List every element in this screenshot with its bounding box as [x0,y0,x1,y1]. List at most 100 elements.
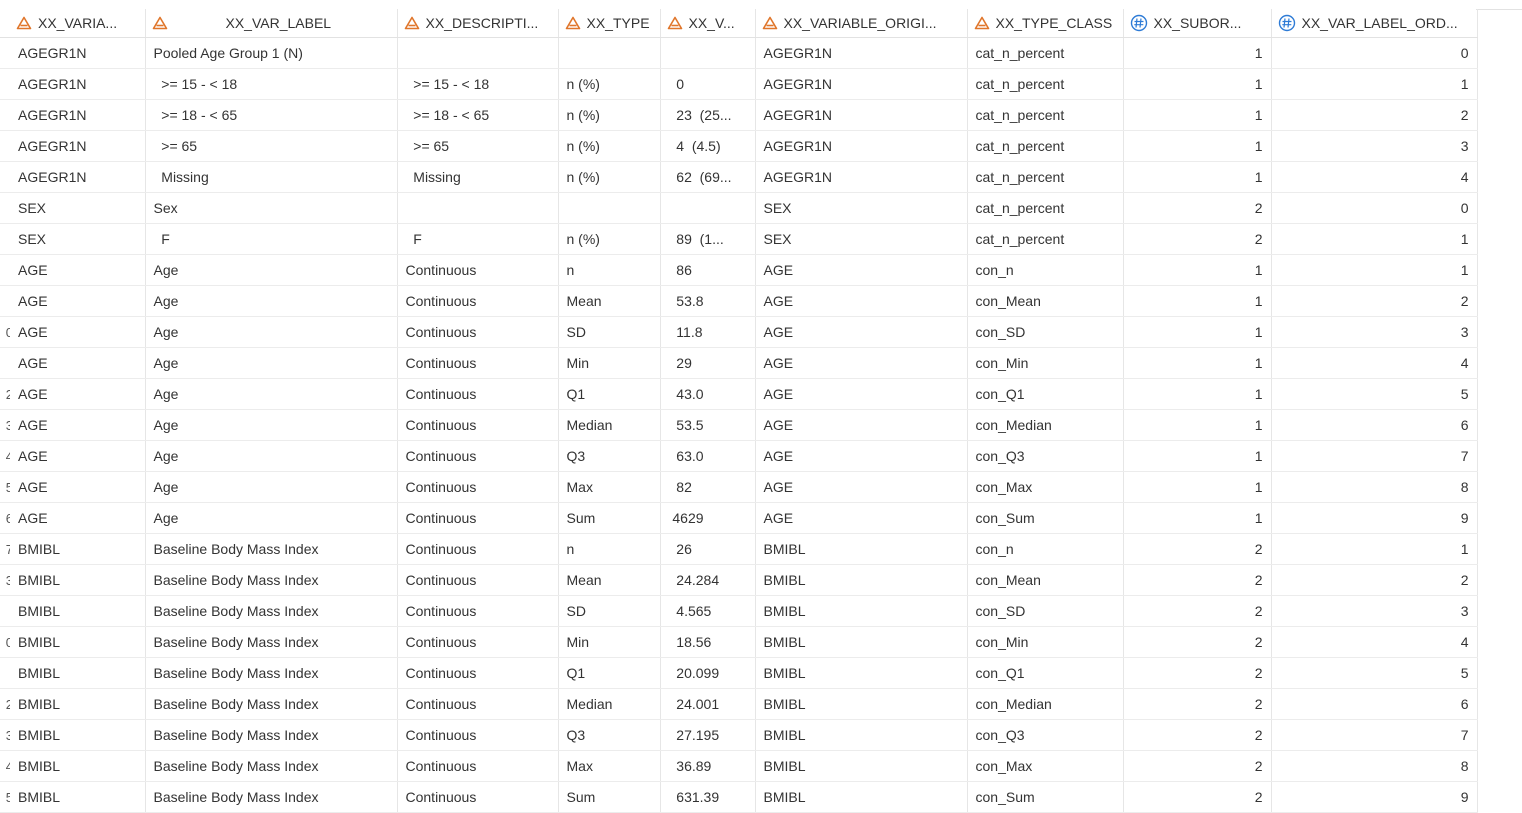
table-cell[interactable]: BMIBL [10,595,146,627]
table-cell[interactable]: Continuous [397,471,559,503]
table-cell[interactable]: con_Median [967,688,1124,720]
table-cell[interactable]: Baseline Body Mass Index [145,781,398,813]
table-cell[interactable]: AGE [10,347,146,379]
table-cell[interactable]: AGE [755,316,968,348]
table-cell[interactable]: Age [145,347,398,379]
table-cell[interactable]: AGEGR1N [755,161,968,193]
table-cell[interactable]: 63.0 [660,440,756,472]
table-cell[interactable]: con_Sum [967,502,1124,534]
table-cell[interactable]: 1 [1123,502,1272,534]
table-cell[interactable]: SEX [10,192,146,224]
table-cell[interactable]: 1 [1123,316,1272,348]
table-cell[interactable]: BMIBL [10,688,146,720]
table-cell[interactable]: Baseline Body Mass Index [145,626,398,658]
table-cell[interactable]: cat_n_percent [967,68,1124,100]
table-cell[interactable]: AGE [10,471,146,503]
table-row[interactable]: AGEGR1N Missing Missing n (%) 62 (69... AG… [0,161,1478,193]
table-cell[interactable]: 2 [1123,750,1272,782]
table-cell[interactable]: Q1 [558,657,661,689]
table-cell[interactable]: Continuous [397,254,559,286]
table-cell[interactable]: 1 [1123,161,1272,193]
table-cell[interactable]: BMIBL [755,595,968,627]
table-cell[interactable]: >= 65 [145,130,398,162]
table-cell[interactable]: Max [558,750,661,782]
table-cell[interactable]: 3 [1271,316,1478,348]
table-cell[interactable] [660,192,756,224]
table-cell[interactable]: con_n [967,254,1124,286]
table-cell[interactable]: con_Mean [967,285,1124,317]
table-cell[interactable]: cat_n_percent [967,130,1124,162]
table-cell[interactable]: Sum [558,781,661,813]
table-cell[interactable]: AGEGR1N [10,37,146,69]
table-cell[interactable]: BMIBL [755,781,968,813]
table-cell[interactable]: 24.001 [660,688,756,720]
table-cell[interactable]: Continuous [397,347,559,379]
table-cell[interactable]: 18.56 [660,626,756,658]
table-cell[interactable]: BMIBL [10,719,146,751]
table-cell[interactable]: 1 [1123,37,1272,69]
table-cell[interactable] [397,192,559,224]
table-cell[interactable]: 3 [1271,130,1478,162]
table-cell[interactable]: BMIBL [755,626,968,658]
table-cell[interactable]: 89 (1... [660,223,756,255]
table-cell[interactable]: 3 [1271,595,1478,627]
table-cell[interactable]: AGE [755,471,968,503]
table-cell[interactable]: Continuous [397,440,559,472]
table-cell[interactable]: 27.195 [660,719,756,751]
table-cell[interactable]: Age [145,285,398,317]
table-cell[interactable]: con_SD [967,316,1124,348]
table-cell[interactable]: AGE [755,254,968,286]
table-cell[interactable]: 1 [1271,68,1478,100]
table-cell[interactable]: SD [558,316,661,348]
table-cell[interactable]: BMIBL [755,750,968,782]
table-cell[interactable]: con_Sum [967,781,1124,813]
column-header[interactable]: XX_TYPE [558,9,661,38]
table-cell[interactable]: 1 [1123,347,1272,379]
table-cell[interactable]: 24.284 [660,564,756,596]
table-cell[interactable]: BMIBL [755,533,968,565]
table-cell[interactable]: Continuous [397,409,559,441]
table-cell[interactable]: Continuous [397,719,559,751]
table-cell[interactable]: n (%) [558,130,661,162]
table-row[interactable]: 5AGEAgeContinuousMax 82AGEcon_Max18 [0,471,1478,503]
table-cell[interactable]: 1 [1123,378,1272,410]
table-cell[interactable]: AGEGR1N [10,99,146,131]
table-cell[interactable]: Sex [145,192,398,224]
table-cell[interactable]: n [558,533,661,565]
table-cell[interactable]: BMIBL [10,564,146,596]
table-cell[interactable]: 20.099 [660,657,756,689]
table-cell[interactable]: AGEGR1N [755,68,968,100]
table-cell[interactable]: 8 [1271,750,1478,782]
table-cell[interactable]: 5 [1271,657,1478,689]
table-cell[interactable]: AGE [755,285,968,317]
table-cell[interactable]: BMIBL [10,626,146,658]
table-cell[interactable]: 1 [1123,440,1272,472]
table-cell[interactable]: Q1 [558,378,661,410]
table-cell[interactable]: 2 [1123,688,1272,720]
table-cell[interactable]: AGE [10,254,146,286]
table-cell[interactable]: 2 [1271,285,1478,317]
table-cell[interactable]: 7 [1271,440,1478,472]
table-cell[interactable]: n [558,254,661,286]
table-cell[interactable]: AGEGR1N [10,161,146,193]
table-cell[interactable]: con_Min [967,626,1124,658]
table-cell[interactable]: Continuous [397,688,559,720]
table-cell[interactable]: con_Max [967,750,1124,782]
table-cell[interactable]: Age [145,502,398,534]
table-cell[interactable]: cat_n_percent [967,37,1124,69]
table-cell[interactable]: AGE [10,316,146,348]
table-cell[interactable]: con_Q3 [967,719,1124,751]
table-cell[interactable]: Baseline Body Mass Index [145,719,398,751]
table-cell[interactable]: Max [558,471,661,503]
table-cell[interactable]: AGEGR1N [10,68,146,100]
table-cell[interactable]: Min [558,626,661,658]
table-cell[interactable]: con_SD [967,595,1124,627]
table-cell[interactable]: 43.0 [660,378,756,410]
table-cell[interactable]: Continuous [397,378,559,410]
column-header[interactable]: XX_VARIA... [10,9,146,38]
table-cell[interactable]: 2 [1123,223,1272,255]
table-cell[interactable]: 62 (69... [660,161,756,193]
table-cell[interactable]: Missing [397,161,559,193]
table-cell[interactable]: Mean [558,564,661,596]
table-cell[interactable]: 53.5 [660,409,756,441]
